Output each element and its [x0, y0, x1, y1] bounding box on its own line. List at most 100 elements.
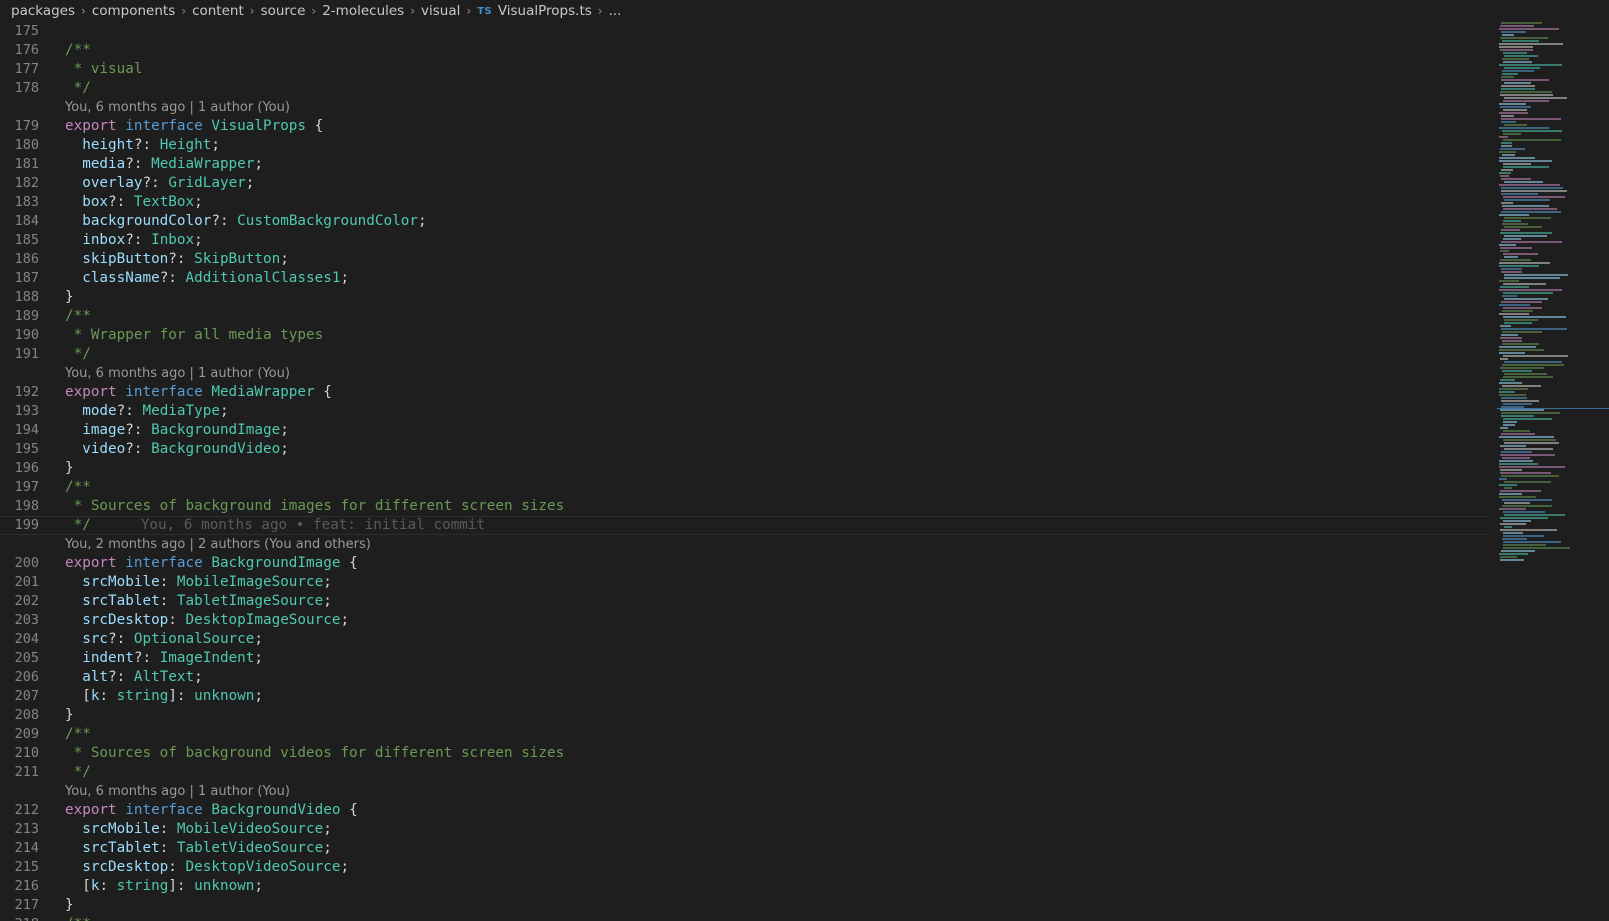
- breadcrumb-item-2-molecules[interactable]: 2-molecules: [322, 3, 404, 19]
- code-line[interactable]: 193 mode?: MediaType;: [0, 402, 1490, 421]
- code-line[interactable]: 202 srcTablet: TabletImageSource;: [0, 592, 1490, 611]
- minimap-row: [1501, 301, 1542, 303]
- codelens-authors[interactable]: You, 6 months ago | 1 author (You): [0, 98, 1490, 117]
- code-line[interactable]: 218 /**: [0, 915, 1490, 921]
- minimap-row: [1501, 142, 1512, 144]
- minimap-row: [1500, 490, 1541, 492]
- minimap-row: [1503, 208, 1557, 210]
- breadcrumb-item-packages[interactable]: packages: [11, 3, 75, 19]
- code-line[interactable]: 182 overlay?: GridLayer;: [0, 174, 1490, 193]
- code-token: inbox: [82, 232, 126, 248]
- code-line[interactable]: 199 */ You, 6 months ago • feat: initial …: [0, 516, 1490, 535]
- code-line[interactable]: 178 */: [0, 79, 1490, 98]
- code-line[interactable]: 203 srcDesktop: DesktopImageSource;: [0, 611, 1490, 630]
- code-line[interactable]: 217}: [0, 896, 1490, 915]
- minimap-row: [1504, 502, 1530, 504]
- code-line[interactable]: 184 backgroundColor?: CustomBackgroundCo…: [0, 212, 1490, 231]
- code-editor[interactable]: 175 176/** 177 * visual 178 */You, 6 months…: [0, 22, 1490, 921]
- line-number: 182: [14, 175, 39, 191]
- code-line[interactable]: 214 srcTablet: TabletVideoSource;: [0, 839, 1490, 858]
- code-line[interactable]: 209 /**: [0, 725, 1490, 744]
- code-line[interactable]: 186 skipButton?: SkipButton;: [0, 250, 1490, 269]
- code-line[interactable]: 192 export interface MediaWrapper {: [0, 383, 1490, 402]
- code-token: srcTablet: [82, 840, 160, 856]
- code-line[interactable]: 206 alt?: AltText;: [0, 668, 1490, 687]
- code-token: ]:: [168, 688, 195, 704]
- code-line[interactable]: 213 srcMobile: MobileVideoSource;: [0, 820, 1490, 839]
- minimap-row: [1500, 523, 1526, 525]
- code-line[interactable]: 177 * visual: [0, 60, 1490, 79]
- breadcrumb-item-content[interactable]: content: [192, 3, 244, 19]
- minimap-row: [1499, 304, 1530, 306]
- code-token: ?:: [125, 422, 152, 438]
- code-line[interactable]: 198 * Sources of background images for d…: [0, 497, 1490, 516]
- code-line[interactable]: 179 export interface VisualProps {: [0, 117, 1490, 136]
- code-line[interactable]: 212 export interface BackgroundVideo {: [0, 801, 1490, 820]
- code-line[interactable]: 188}: [0, 288, 1490, 307]
- code-token: ?:: [142, 175, 169, 191]
- minimap-row: [1501, 121, 1516, 123]
- code-line[interactable]: 180 height?: Height;: [0, 136, 1490, 155]
- code-line[interactable]: 181 media?: MediaWrapper;: [0, 155, 1490, 174]
- breadcrumb-item-source[interactable]: source: [261, 3, 306, 19]
- breadcrumb-item-file[interactable]: VisualProps.ts: [498, 3, 592, 19]
- breadcrumb-more[interactable]: ...: [609, 3, 622, 19]
- codelens-authors[interactable]: You, 6 months ago | 1 author (You): [0, 364, 1490, 383]
- minimap-row: [1501, 229, 1520, 231]
- code-token: className: [82, 270, 160, 286]
- code-token: DesktopVideoSource: [185, 859, 341, 875]
- code-line[interactable]: 201 srcMobile: MobileImageSource;: [0, 573, 1490, 592]
- minimap-row: [1501, 88, 1535, 90]
- minimap-row: [1503, 544, 1546, 546]
- breadcrumb-item-components[interactable]: components: [92, 3, 175, 19]
- code-line[interactable]: 204 src?: OptionalSource;: [0, 630, 1490, 649]
- code-line[interactable]: 197 /**: [0, 478, 1490, 497]
- code-line[interactable]: 207 [k: string]: unknown;: [0, 687, 1490, 706]
- code-token: ?:: [116, 403, 143, 419]
- code-line[interactable]: 200 export interface BackgroundImage {: [0, 554, 1490, 573]
- code-token: skipButton: [82, 251, 169, 267]
- code-line[interactable]: 205 indent?: ImageIndent;: [0, 649, 1490, 668]
- minimap-row: [1501, 178, 1531, 180]
- code-line[interactable]: 191 */: [0, 345, 1490, 364]
- code-line[interactable]: 176 /**: [0, 41, 1490, 60]
- code-line[interactable]: 175: [0, 22, 1490, 41]
- code-line[interactable]: 210 * Sources of background videos for d…: [0, 744, 1490, 763]
- line-code: alt?: AltText;: [65, 668, 203, 687]
- line-number: 212: [14, 802, 39, 818]
- code-line[interactable]: 211 */: [0, 763, 1490, 782]
- code-line[interactable]: 183 box?: TextBox;: [0, 193, 1490, 212]
- code-token: */: [65, 517, 91, 533]
- code-line[interactable]: 187 className?: AdditionalClasses1;: [0, 269, 1490, 288]
- code-line[interactable]: 195 video?: BackgroundVideo;: [0, 440, 1490, 459]
- code-line[interactable]: 208}: [0, 706, 1490, 725]
- minimap-row: [1500, 529, 1557, 531]
- line-number: 185: [14, 232, 39, 248]
- code-line[interactable]: 196}: [0, 459, 1490, 478]
- code-token: BackgroundImage: [151, 422, 281, 438]
- minimap[interactable]: [1497, 22, 1609, 562]
- code-token: ;: [254, 688, 264, 704]
- minimap-row: [1499, 394, 1526, 396]
- minimap-row: [1503, 139, 1561, 141]
- line-code: indent?: ImageIndent;: [65, 649, 263, 668]
- breadcrumb-item-visual[interactable]: visual: [421, 3, 460, 19]
- typescript-file-icon: TS: [477, 5, 492, 17]
- minimap-row: [1501, 193, 1538, 195]
- minimap-row: [1504, 274, 1568, 276]
- code-line[interactable]: 185 inbox?: Inbox;: [0, 231, 1490, 250]
- codelens-authors[interactable]: You, 2 months ago | 2 authors (You and o…: [0, 535, 1490, 554]
- code-token: export: [65, 118, 117, 134]
- minimap-row: [1499, 352, 1525, 354]
- code-line[interactable]: 194 image?: BackgroundImage;: [0, 421, 1490, 440]
- minimap-row: [1499, 280, 1519, 282]
- codelens-authors[interactable]: You, 6 months ago | 1 author (You): [0, 782, 1490, 801]
- code-line[interactable]: 190 * Wrapper for all media types: [0, 326, 1490, 345]
- code-line[interactable]: 189 /**: [0, 307, 1490, 326]
- minimap-row: [1502, 154, 1515, 156]
- code-line[interactable]: 216 [k: string]: unknown;: [0, 877, 1490, 896]
- code-line[interactable]: 215 srcDesktop: DesktopVideoSource;: [0, 858, 1490, 877]
